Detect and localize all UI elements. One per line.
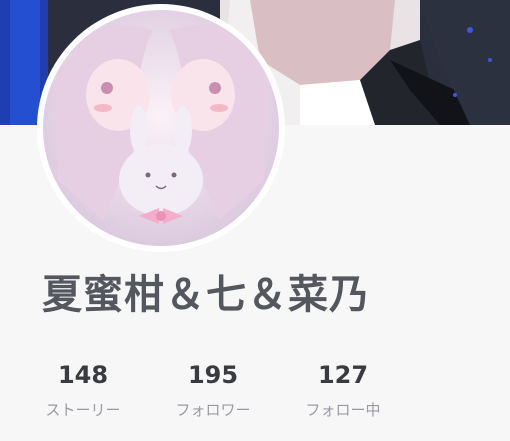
profile-name: 夏蜜柑＆七＆菜乃	[42, 272, 370, 318]
stat-followers-label: フォロワー	[175, 401, 251, 419]
stat-following-label: フォロー中	[305, 401, 381, 419]
avatar[interactable]	[43, 10, 279, 246]
stat-stories[interactable]: 148 ストーリー	[23, 360, 143, 420]
stat-stories-label: ストーリー	[45, 401, 121, 419]
avatar-artwork	[43, 10, 279, 246]
stat-followers-value: 195	[187, 361, 239, 389]
stat-following[interactable]: 127 フォロー中	[283, 360, 403, 420]
stat-followers[interactable]: 195 フォロワー	[153, 360, 273, 420]
stat-stories-value: 148	[57, 361, 109, 389]
stat-following-value: 127	[317, 361, 369, 389]
